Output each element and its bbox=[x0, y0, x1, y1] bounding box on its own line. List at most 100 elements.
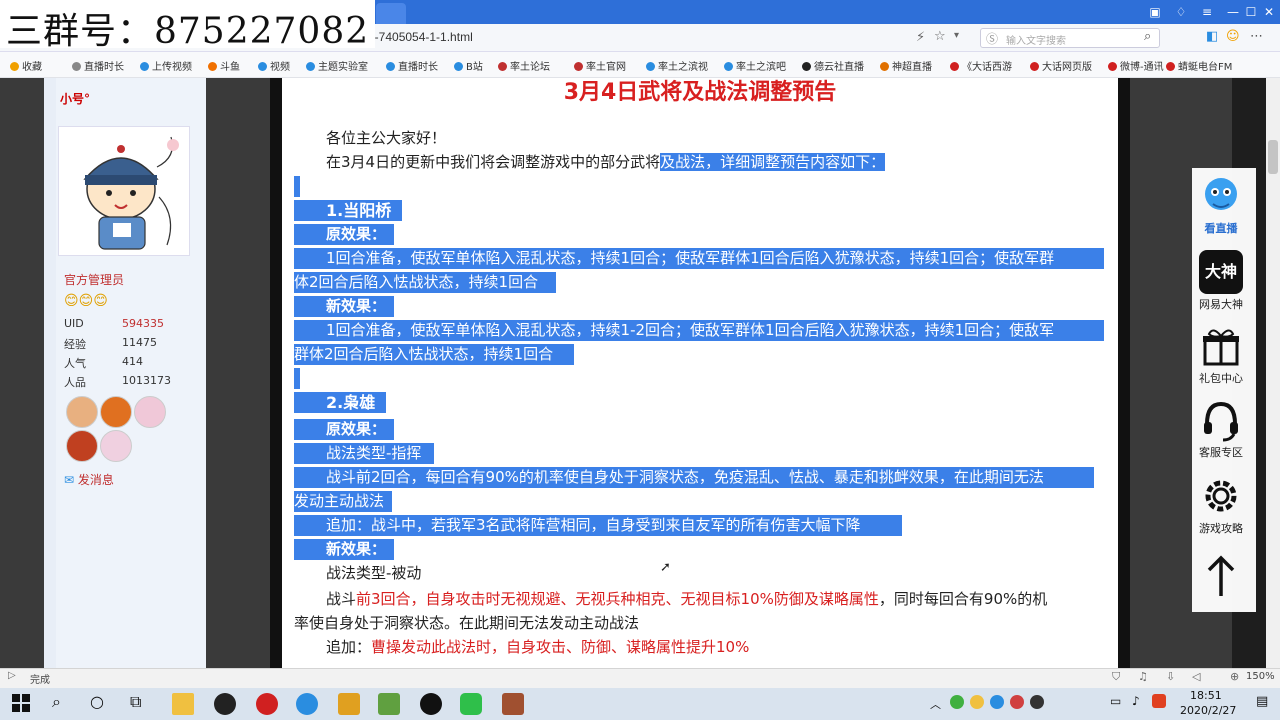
bookmark-label: 直播时长 bbox=[398, 62, 438, 73]
star-icon[interactable]: ☆ bbox=[934, 29, 946, 44]
bookmark-favicon-icon bbox=[10, 62, 19, 71]
clock-date[interactable]: 2020/2/27 bbox=[1180, 704, 1236, 717]
mail-icon: ✉ bbox=[64, 473, 75, 487]
medal-icon[interactable] bbox=[100, 396, 132, 428]
tray-chevron-up-icon[interactable]: ︿ bbox=[930, 696, 941, 712]
bookmark-item[interactable]: 大话网页版 bbox=[1030, 58, 1092, 73]
game-launcher-icon[interactable] bbox=[378, 693, 400, 715]
search-engine-icon: Ⓢ bbox=[986, 32, 999, 46]
ime-icon[interactable] bbox=[1152, 694, 1166, 708]
bookmark-item[interactable]: 神超直播 bbox=[880, 58, 932, 73]
smile-icon[interactable]: ☺ bbox=[1226, 29, 1240, 44]
article-intro: 在3月4日的更新中我们将会调整游戏中的部分武将及战法，详细调整预告内容如下： bbox=[326, 152, 886, 173]
extension-icon[interactable]: ◧ bbox=[1206, 29, 1218, 44]
avatar[interactable] bbox=[58, 126, 190, 256]
qq-tray-icon[interactable] bbox=[1030, 695, 1044, 709]
bookmark-favicon-icon bbox=[1108, 62, 1117, 71]
dashen-icon-text: 大神 bbox=[1204, 262, 1237, 281]
bookmark-item[interactable]: 率土论坛 bbox=[498, 58, 550, 73]
obs-studio-icon[interactable] bbox=[420, 693, 442, 715]
bookmark-item[interactable]: 收藏 bbox=[10, 58, 42, 73]
clock-time[interactable]: 18:51 bbox=[1190, 689, 1222, 702]
cortana-icon[interactable]: ○ bbox=[90, 692, 104, 711]
send-message-link[interactable]: ✉ 发消息 bbox=[64, 471, 114, 488]
bookmark-label: 主题实验室 bbox=[318, 62, 368, 73]
sidebar-toggle-icon[interactable]: ▷ bbox=[8, 670, 16, 681]
stat-value-uid[interactable]: 594335 bbox=[122, 317, 164, 330]
bookmark-item[interactable]: 上传视频 bbox=[140, 58, 192, 73]
game-app-icon[interactable] bbox=[214, 693, 236, 715]
zoom-icon[interactable]: ⊕ bbox=[1230, 670, 1239, 683]
tray-app-icon[interactable] bbox=[990, 695, 1004, 709]
tray-app-icon[interactable] bbox=[950, 695, 964, 709]
stat-key-popularity: 人气 bbox=[64, 357, 86, 370]
more-icon[interactable]: ⋯ bbox=[1250, 29, 1263, 44]
windows-start-icon[interactable] bbox=[12, 694, 30, 712]
bookmark-item[interactable]: 蜻蜓电台FM bbox=[1166, 58, 1232, 73]
username[interactable]: 小号° bbox=[60, 90, 90, 107]
float-service[interactable]: 客服专区 bbox=[1192, 398, 1250, 460]
tray-app-icon[interactable] bbox=[970, 695, 984, 709]
scrollbar-thumb[interactable] bbox=[1268, 140, 1278, 174]
chevron-down-icon[interactable]: ▾ bbox=[954, 30, 959, 41]
game-client-icon[interactable] bbox=[502, 693, 524, 715]
bookmark-item[interactable]: B站 bbox=[454, 58, 483, 73]
bookmark-item[interactable]: 直播时长 bbox=[72, 58, 124, 73]
sogou-browser-icon[interactable] bbox=[296, 693, 318, 715]
file-explorer-icon[interactable] bbox=[172, 693, 194, 715]
float-back-to-top[interactable] bbox=[1192, 554, 1250, 600]
s2-title: 2.枭雄 bbox=[294, 392, 386, 413]
medal-icon[interactable] bbox=[134, 396, 166, 428]
url-text[interactable]: d-7405054-1-1.html bbox=[368, 30, 473, 44]
volume-icon[interactable]: ♪ bbox=[1132, 694, 1140, 708]
float-live-label: 看直播 bbox=[1204, 222, 1238, 235]
bookmark-favicon-icon bbox=[1166, 62, 1175, 71]
s1-new-line1: 1回合准备，使敌军单体陷入混乱状态，持续1-2回合；使敌军群体1回合后陷入犹豫状… bbox=[294, 320, 1104, 341]
bookmark-label: 直播时长 bbox=[84, 62, 124, 73]
wechat-icon[interactable] bbox=[460, 693, 482, 715]
medal-icon[interactable] bbox=[66, 396, 98, 428]
float-dashen[interactable]: 大神 网易大神 bbox=[1192, 250, 1250, 312]
bookmark-item[interactable]: 率土之滨视 bbox=[646, 58, 708, 73]
bookmark-item[interactable]: 斗鱼 bbox=[208, 58, 240, 73]
user-role: 官方管理员 bbox=[64, 273, 125, 287]
search-icon[interactable]: ⌕ bbox=[1144, 29, 1151, 44]
browser-tab[interactable] bbox=[376, 3, 406, 24]
gift-icon bbox=[1203, 329, 1239, 366]
download-icon[interactable]: ⇩ bbox=[1166, 670, 1175, 683]
bookmark-item[interactable]: 率土官网 bbox=[574, 58, 626, 73]
obs-app-icon[interactable] bbox=[338, 693, 360, 715]
network-icon[interactable]: ▭ bbox=[1110, 694, 1121, 708]
bookmark-item[interactable]: 视频 bbox=[258, 58, 290, 73]
gear-icon bbox=[1205, 480, 1237, 512]
status-bar bbox=[0, 668, 1280, 688]
zoom-level[interactable]: 150% bbox=[1246, 671, 1275, 682]
medal-icon[interactable] bbox=[100, 430, 132, 462]
medal-group bbox=[64, 396, 184, 466]
netease-music-icon[interactable] bbox=[256, 693, 278, 715]
close-button[interactable]: ✕ bbox=[1254, 0, 1280, 24]
shield-icon[interactable]: ⛉ bbox=[1112, 670, 1120, 684]
lightning-icon[interactable]: ⚡ bbox=[916, 30, 925, 45]
task-view-icon[interactable]: ⧉ bbox=[130, 692, 141, 712]
speaker-mute-icon[interactable]: ◁ bbox=[1192, 670, 1200, 683]
bookmark-item[interactable]: 微博-通讯 bbox=[1108, 58, 1164, 73]
float-live[interactable]: 看直播 bbox=[1192, 174, 1250, 236]
bookmark-item[interactable]: 主题实验室 bbox=[306, 58, 368, 73]
bookmark-item[interactable]: 德云社直播 bbox=[802, 58, 864, 73]
headset-icon bbox=[1204, 401, 1238, 442]
notification-icon[interactable]: ▤ bbox=[1256, 694, 1268, 709]
float-guide[interactable]: 游戏攻略 bbox=[1192, 474, 1250, 536]
search-icon[interactable]: ⌕ bbox=[52, 692, 61, 712]
bookmark-item[interactable]: 《大话西游 bbox=[950, 58, 1012, 73]
bookmark-label: 神超直播 bbox=[892, 62, 932, 73]
float-gift[interactable]: 礼包中心 bbox=[1192, 324, 1250, 386]
float-service-label: 客服专区 bbox=[1199, 446, 1243, 459]
bookmark-item[interactable]: 率土之滨吧 bbox=[724, 58, 786, 73]
medal-icon[interactable] bbox=[66, 430, 98, 462]
tray-app-icon[interactable] bbox=[1010, 695, 1024, 709]
speaker-icon[interactable]: ♫ bbox=[1138, 670, 1148, 683]
bookmark-favicon-icon bbox=[258, 62, 267, 71]
bookmark-item[interactable]: 直播时长 bbox=[386, 58, 438, 73]
bookmark-label: 德云社直播 bbox=[814, 62, 864, 73]
